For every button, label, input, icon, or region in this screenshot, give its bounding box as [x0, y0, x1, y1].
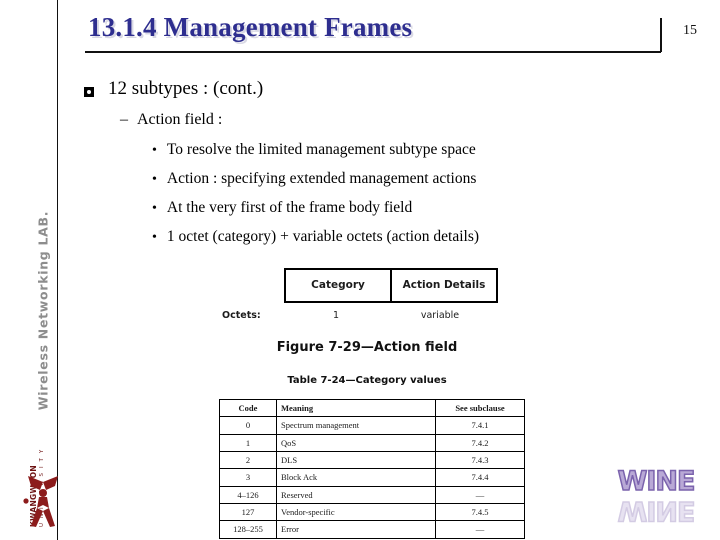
action-field-box: Category Action Details	[284, 268, 498, 303]
cell-meaning: DLS	[276, 450, 436, 470]
table-row: 3 Block Ack 7.4.4	[219, 468, 525, 487]
bullet-level1-label: 12 subtypes : (cont.)	[108, 78, 264, 99]
cell-subclause: —	[435, 485, 525, 504]
cell-meaning: Spectrum management	[276, 416, 436, 435]
cell-meaning: Vendor-specific	[276, 502, 436, 522]
cell-meaning: Block Ack	[276, 468, 436, 487]
round-bullet-icon: •	[152, 143, 157, 158]
bullet-level3-label: At the very first of the frame body fiel…	[166, 199, 413, 216]
bullet-level1: 12 subtypes : (cont.)	[84, 78, 263, 100]
round-bullet-icon: •	[152, 172, 157, 187]
university-logo: KWANGWOON U N I V E R S I T Y	[6, 446, 64, 532]
page-number-divider	[660, 18, 662, 52]
cell-code: 4–126	[219, 485, 277, 504]
square-dot-bullet-icon	[84, 87, 94, 97]
round-bullet-icon: •	[152, 201, 157, 216]
table-header-row: Code Meaning See subclause	[219, 398, 525, 418]
university-emblem-icon	[23, 476, 58, 527]
cell-code: 3	[219, 468, 277, 487]
cell-subclause: 7.4.5	[435, 502, 525, 522]
bullet-level3-label: Action : specifying extended management …	[166, 170, 477, 187]
figure-caption: Figure 7-29—Action field	[276, 340, 458, 355]
page-title: 13.1.4 Management Frames	[88, 12, 413, 42]
category-values-table: Code Meaning See subclause 0 Spectrum ma…	[219, 398, 525, 539]
octets-label: Octets:	[222, 310, 261, 321]
bullet-level3-item: • To resolve the limited management subt…	[152, 141, 479, 170]
table-row: 127 Vendor-specific 7.4.5	[219, 502, 525, 522]
bullet-level3-label: 1 octet (category) + variable octets (ac…	[166, 228, 480, 245]
wine-logo: WINE WINE	[600, 466, 712, 530]
table-row: 2 DLS 7.4.3	[219, 450, 525, 470]
title-underline	[85, 51, 661, 53]
cell-code: 0	[219, 416, 277, 435]
column-header-code: Code	[219, 398, 277, 418]
cell-subclause: 7.4.3	[435, 450, 525, 470]
bullet-level2: – Action field :	[120, 111, 222, 129]
table-row: 1 QoS 7.4.2	[219, 433, 525, 452]
round-bullet-icon: •	[152, 230, 157, 245]
column-header-see-subclause: See subclause	[435, 398, 525, 418]
octets-value-action-details: variable	[420, 310, 460, 321]
dash-bullet-icon: –	[120, 111, 128, 128]
table-caption: Table 7-24—Category values	[287, 375, 447, 386]
table-row: 4–126 Reserved —	[219, 485, 525, 504]
bullet-level3-label: To resolve the limited management subtyp…	[166, 141, 476, 158]
slide-canvas: Wireless Networking LAB. KWANGWOON U N I…	[0, 0, 720, 540]
bullet-level3-item: • 1 octet (category) + variable octets (…	[152, 228, 479, 257]
figure-field-category: Category	[286, 270, 392, 301]
lab-name-vertical: Wireless Networking LAB.	[35, 210, 51, 411]
cell-meaning: QoS	[276, 433, 436, 452]
bullet-level3-item: • At the very first of the frame body fi…	[152, 199, 479, 228]
page-number: 15	[683, 23, 697, 38]
bullet-level3-group: • To resolve the limited management subt…	[152, 141, 479, 257]
cell-subclause: 7.4.1	[435, 416, 525, 435]
table-row: 128–255 Error —	[219, 520, 525, 539]
cell-code: 127	[219, 502, 277, 522]
wine-logo-reflection: WINE	[617, 494, 695, 527]
cell-code: 128–255	[219, 520, 277, 539]
table-row: 0 Spectrum management 7.4.1	[219, 416, 525, 435]
cell-subclause: 7.4.4	[435, 468, 525, 487]
cell-meaning: Reserved	[276, 485, 436, 504]
wine-logo-text: WINE	[617, 466, 696, 497]
cell-subclause: 7.4.2	[435, 433, 525, 452]
octets-value-category: 1	[332, 310, 340, 321]
cell-subclause: —	[435, 520, 525, 539]
bullet-level2-label: Action field :	[137, 111, 223, 128]
bullet-level3-item: • Action : specifying extended managemen…	[152, 170, 479, 199]
cell-code: 2	[219, 450, 277, 470]
figure-field-action-details: Action Details	[402, 279, 486, 291]
cell-meaning: Error	[276, 520, 436, 539]
column-header-meaning: Meaning	[276, 398, 436, 418]
cell-code: 1	[219, 433, 277, 452]
